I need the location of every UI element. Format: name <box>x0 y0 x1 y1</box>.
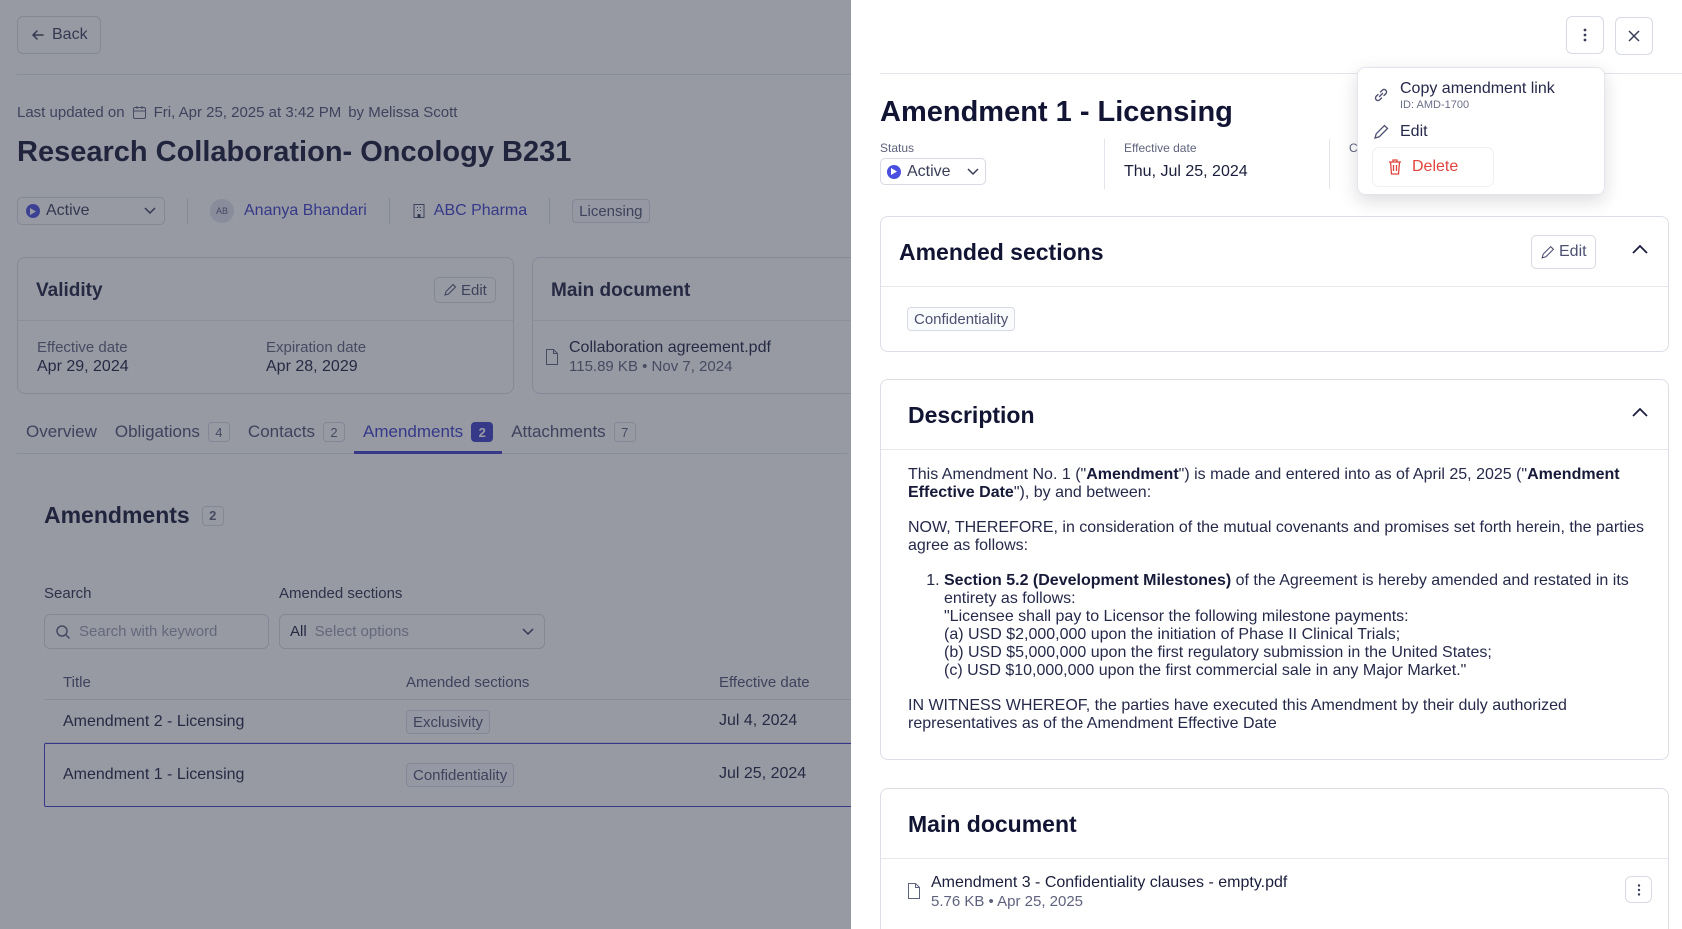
bold-term: Section 5.2 (Development Milestones) <box>944 572 1232 589</box>
chevron-down-icon <box>967 167 979 175</box>
effective-date-label: Effective date <box>1124 141 1197 155</box>
description-paragraph: NOW, THEREFORE, in consideration of the … <box>908 519 1645 554</box>
close-button[interactable] <box>1615 17 1653 55</box>
list-item: Section 5.2 (Development Milestones) of … <box>944 572 1648 680</box>
amendment-id: ID: AMD-1700 <box>1400 99 1470 111</box>
file-icon <box>908 883 920 899</box>
pencil-icon <box>1541 245 1555 259</box>
text-span: (c) USD $10,000,000 upon the first comme… <box>944 662 1467 679</box>
bold-term: Amendment <box>1086 466 1179 483</box>
text-span: (b) USD $5,000,000 upon the first regula… <box>944 644 1492 661</box>
panel-effective-field: Effective date Thu, Jul 25, 2024 <box>1124 141 1248 181</box>
section-tag: Confidentiality <box>907 307 1016 331</box>
amended-sections-title: Amended sections <box>899 239 1104 265</box>
description-title: Description <box>908 402 1035 428</box>
description-card: Description This Amendment No. 1 ("Amend… <box>880 379 1669 760</box>
chevron-up-icon[interactable] <box>1632 407 1648 417</box>
panel-status-field: Status Active <box>880 141 986 185</box>
edit-label: Edit <box>1559 243 1587 260</box>
more-actions-button[interactable] <box>1566 16 1604 54</box>
amended-sections-card: Amended sections Edit Confidentiality <box>880 216 1669 352</box>
divider <box>1104 139 1105 189</box>
edit-menu-item[interactable]: Edit <box>1372 123 1428 141</box>
copy-link-text: Copy amendment link ID: AMD-1700 <box>1400 80 1555 111</box>
panel-main-document-card: Main document Amendment 3 - Confidential… <box>880 788 1669 929</box>
description-paragraph: IN WITNESS WHEREOF, the parties have exe… <box>908 697 1567 732</box>
card-header: Amended sections Edit <box>881 217 1668 287</box>
text-span: ") is made and entered into as of April … <box>1178 466 1528 483</box>
kebab-icon <box>1583 28 1587 42</box>
description-body: This Amendment No. 1 ("Amendment") is ma… <box>908 466 1648 750</box>
file-info: Amendment 3 - Confidentiality clauses - … <box>931 874 1287 910</box>
close-icon <box>1628 30 1640 42</box>
panel-status-select[interactable]: Active <box>880 158 986 185</box>
main-document-title: Main document <box>908 811 1077 837</box>
text-span: This Amendment No. 1 (" <box>908 466 1087 483</box>
divider <box>1329 139 1330 189</box>
copy-link-menu-item[interactable]: Copy amendment link ID: AMD-1700 <box>1372 80 1555 111</box>
panel-title: Amendment 1 - Licensing <box>880 96 1233 128</box>
play-icon <box>887 164 901 179</box>
file-more-button[interactable] <box>1625 876 1652 903</box>
file-meta: 5.76 KB • Apr 25, 2025 <box>931 893 1084 910</box>
status-label: Status <box>880 141 915 155</box>
edit-label: Edit <box>1400 123 1428 140</box>
description-list: Section 5.2 (Development Milestones) of … <box>944 572 1648 680</box>
link-icon <box>1374 88 1388 102</box>
amended-sections-edit-button[interactable]: Edit <box>1531 235 1596 269</box>
text-span: "Licensee shall pay to Licensor the foll… <box>944 608 1409 625</box>
copy-link-label: Copy amendment link <box>1400 80 1555 97</box>
text-span: (a) USD $2,000,000 upon the initiation o… <box>944 626 1401 643</box>
trash-icon <box>1389 159 1401 175</box>
pencil-icon <box>1374 124 1389 139</box>
kebab-icon <box>1637 883 1640 896</box>
actions-menu: Copy amendment link ID: AMD-1700 Edit De… <box>1357 67 1605 195</box>
status-value: Active <box>907 162 951 180</box>
effective-date-value: Thu, Jul 25, 2024 <box>1124 163 1248 180</box>
description-paragraph: This Amendment No. 1 ("Amendment") is ma… <box>908 466 1648 502</box>
delete-label: Delete <box>1412 158 1459 175</box>
text-span: "), by and between: <box>1013 484 1152 501</box>
card-header: Main document <box>881 789 1668 859</box>
file-name: Amendment 3 - Confidentiality clauses - … <box>931 874 1288 891</box>
delete-menu-item[interactable]: Delete <box>1373 148 1493 186</box>
chevron-up-icon[interactable] <box>1632 244 1648 254</box>
document-file[interactable]: Amendment 3 - Confidentiality clauses - … <box>907 874 1287 910</box>
card-header: Description <box>881 380 1668 450</box>
